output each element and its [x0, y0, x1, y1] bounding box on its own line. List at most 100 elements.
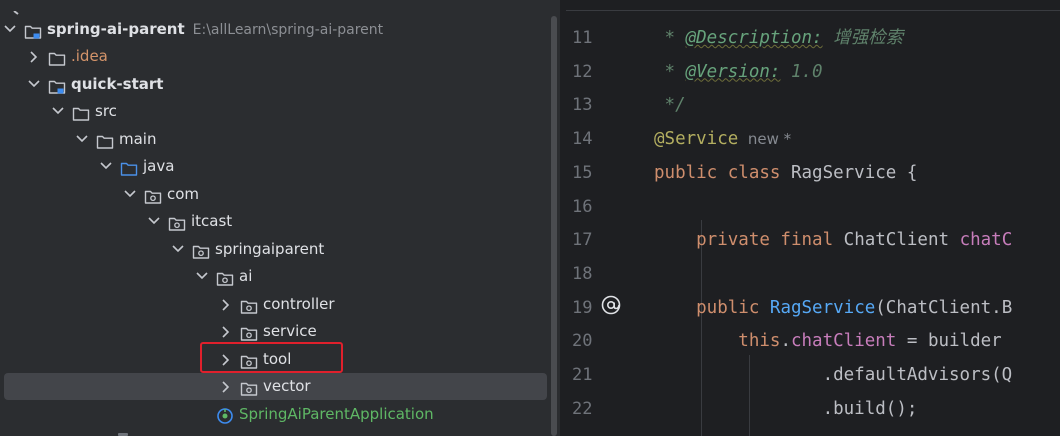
tree-row-ai[interactable]: ai [0, 263, 548, 290]
tree-row--idea[interactable]: .idea [0, 43, 548, 70]
tree-row-label: service [263, 322, 317, 340]
folder-icon [96, 132, 114, 149]
package-icon [168, 214, 186, 231]
line-number: 16 [572, 196, 593, 217]
code-token: 1.0 [780, 61, 823, 82]
folder-icon [72, 104, 90, 121]
tree-row-label: .idea [71, 47, 108, 65]
code-line[interactable]: * @Version: 1.0 [654, 55, 823, 89]
code-line[interactable]: .build(); [654, 392, 918, 426]
package-icon [192, 242, 210, 259]
tree-row-vector[interactable]: vector [4, 373, 547, 400]
line-number: 15 [572, 162, 593, 183]
chevron-down-icon[interactable] [195, 263, 209, 290]
tree-row-label: SpringAiParentApplication [239, 405, 434, 423]
tree-row-main[interactable]: main [0, 126, 548, 153]
tree-row-springaiparentapplication[interactable]: SpringAiParentApplication [0, 401, 548, 428]
chevron-right-icon[interactable] [219, 318, 233, 345]
chevron-right-icon[interactable] [27, 43, 41, 70]
code-token: * [654, 61, 686, 82]
module-folder-icon [24, 22, 42, 39]
package-icon [240, 379, 258, 396]
tree-row-service[interactable]: service [0, 318, 548, 345]
code-line[interactable]: public RagService(ChatClient.B [654, 291, 1012, 325]
code-token: . [780, 331, 791, 352]
tree-row-label: spring-ai-parent E:\allLearn\spring-ai-pa… [47, 20, 384, 38]
top-overflow-edge [0, 0, 30, 15]
tree-row-itcast[interactable]: itcast [0, 208, 548, 235]
editor-tab-strip[interactable] [566, 0, 1060, 11]
line-number: 21 [572, 365, 593, 385]
code-line[interactable]: public class RagService { [654, 156, 917, 190]
chevron-down-icon[interactable] [123, 181, 137, 208]
project-tool-window: spring-ai-parent E:\allLearn\spring-ai-pa… [0, 0, 560, 436]
usage-hint[interactable]: new * [738, 130, 791, 148]
annotation-highlight-box [200, 342, 343, 373]
chevron-down-icon[interactable] [171, 236, 185, 263]
code-line[interactable]: this.chatClient = builder [654, 324, 1002, 358]
at-sign-icon[interactable] [600, 294, 622, 316]
code-line[interactable]: private final ChatClient chatC [654, 223, 1012, 257]
chevron-down-icon[interactable] [75, 126, 89, 153]
chevron-right-icon[interactable] [219, 373, 233, 400]
code-token: * [654, 28, 686, 48]
code-token: public [654, 297, 770, 318]
chevron-down-icon[interactable] [147, 208, 161, 235]
tree-row-src[interactable]: src [0, 98, 548, 125]
tree-row-label: controller [263, 295, 335, 313]
chevron-down-icon[interactable] [27, 71, 41, 98]
code-token: @Service [654, 129, 739, 150]
tree-row-quick-start[interactable]: quick-start [0, 71, 548, 98]
tree-scrollbar[interactable] [551, 16, 557, 436]
tree-row-springaiparent[interactable]: springaiparent [0, 236, 548, 263]
chevron-down-icon[interactable] [99, 153, 113, 180]
code-token: private final [654, 230, 844, 251]
tree-row-java[interactable]: java [0, 153, 548, 180]
tree-row-controller[interactable]: controller [0, 291, 548, 318]
tree-row-label: springaiparent [215, 240, 325, 258]
code-token: this [654, 331, 781, 352]
project-path: E:\allLearn\spring-ai-parent [192, 22, 384, 38]
code-line[interactable]: */ [654, 88, 686, 122]
tree-row-label: main [119, 130, 157, 148]
code-token: ChatClient [843, 230, 960, 251]
tree-row-spring-ai-parent[interactable]: spring-ai-parent E:\allLearn\spring-ai-pa… [0, 16, 548, 43]
code-token: RagService { [790, 162, 918, 183]
code-token: .defaultAdvisors(Q [654, 365, 1013, 385]
code-token: chatClient [790, 331, 897, 352]
tree-row-label: ai [239, 267, 253, 285]
source-root-folder-icon [120, 159, 138, 176]
tree-row-label: com [167, 185, 200, 203]
chevron-right-icon[interactable] [219, 291, 233, 318]
package-icon [216, 269, 234, 286]
tree-row-label: java [143, 157, 175, 175]
line-number: 22 [572, 398, 593, 419]
code-token: @Version: [685, 61, 781, 82]
package-icon [240, 297, 258, 314]
spring-boot-app-icon [216, 407, 234, 424]
line-number: 12 [572, 61, 593, 82]
code-line[interactable]: @Service new * [654, 122, 791, 156]
module-folder-icon [48, 77, 66, 94]
package-icon [144, 187, 162, 204]
code-token: @Description: [685, 28, 823, 48]
folder-icon [48, 49, 66, 66]
chevron-down-icon[interactable] [3, 16, 17, 43]
code-line[interactable]: * @Description: 增强检索 [654, 21, 904, 55]
code-editor[interactable]: 11 12 13 14 15 16 17 18 19 20 21 22 * @Description:… [566, 0, 1060, 436]
tree-row-label: quick-start [71, 75, 164, 93]
code-token: .build(); [654, 398, 918, 419]
line-number: 13 [572, 95, 593, 116]
line-number: 17 [572, 230, 593, 251]
code-token: (ChatClient.B [875, 297, 1013, 318]
code-token: public class [654, 162, 791, 183]
line-number: 18 [572, 263, 593, 284]
code-token: = builder [896, 331, 1002, 352]
code-token: */ [654, 95, 686, 116]
tree-row-label: src [95, 102, 117, 120]
line-number: 11 [572, 28, 593, 48]
code-line[interactable]: .defaultAdvisors(Q [654, 358, 1013, 392]
chevron-down-icon[interactable] [51, 98, 65, 125]
code-token: RagService [769, 297, 876, 318]
tree-row-com[interactable]: com [0, 181, 548, 208]
